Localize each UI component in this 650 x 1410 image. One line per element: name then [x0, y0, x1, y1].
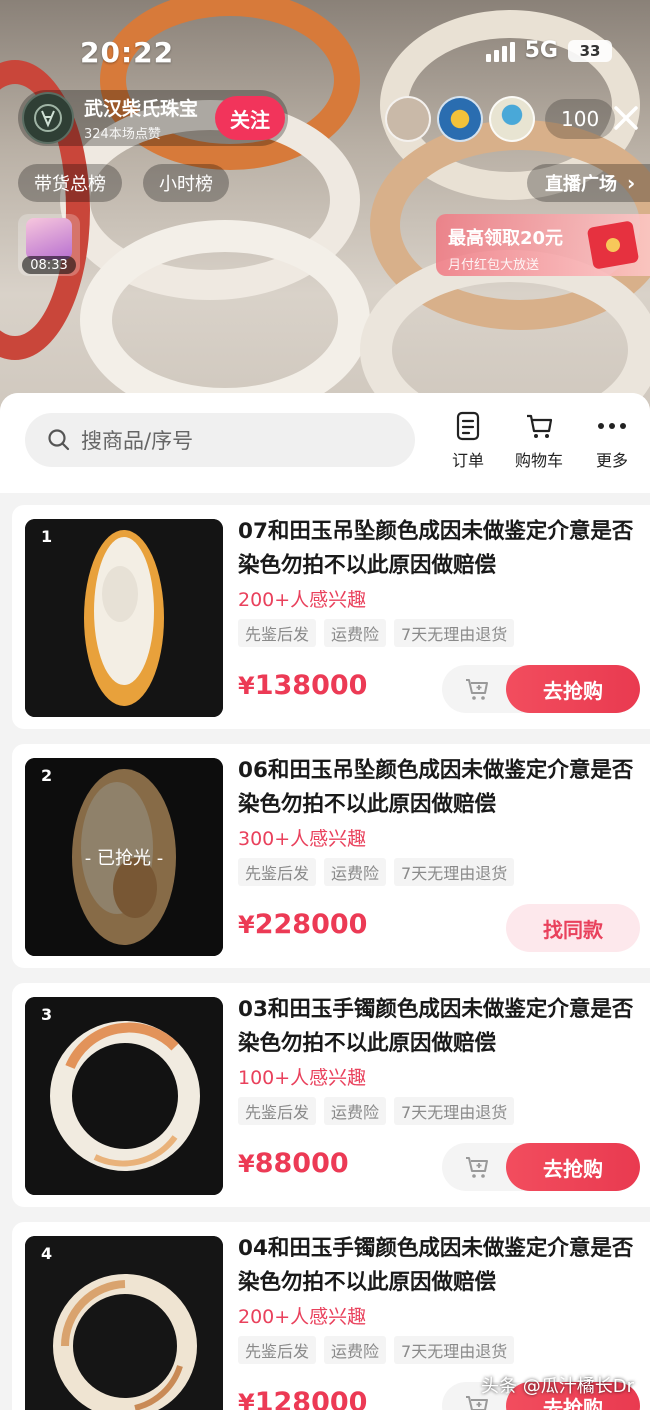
currency-symbol: ¥ [238, 672, 255, 700]
streamer-avatar[interactable] [22, 92, 74, 144]
product-title[interactable]: 04和田玉手镯颜色成因未做鉴定介意是否染色勿拍不以此原因做赔偿 [238, 1232, 638, 1300]
service-tag: 运费险 [324, 1336, 387, 1364]
product-image[interactable]: 1 [25, 519, 223, 717]
viewer-avatar[interactable] [437, 96, 483, 142]
service-tag: 先鉴后发 [238, 619, 317, 647]
price-value: 138000 [254, 670, 368, 701]
product-price: ¥138000 [238, 670, 367, 701]
jade-pendant-image [25, 519, 223, 717]
service-tag: 先鉴后发 [238, 1097, 317, 1125]
service-tag: 运费险 [324, 858, 387, 886]
product-index: 4 [41, 1244, 53, 1263]
service-tag: 先鉴后发 [238, 858, 317, 886]
search-input[interactable]: 搜商品/序号 [25, 413, 415, 467]
follow-button[interactable]: 关注 [215, 96, 285, 140]
panel-header: 搜商品/序号 订单 购物车 更多 [0, 393, 650, 493]
service-tags: 先鉴后发 运费险 7天无理由退货 [238, 619, 515, 647]
more-button[interactable]: 更多 [577, 409, 647, 471]
interest-count: 300+人感兴趣 [238, 828, 367, 850]
service-tag: 7天无理由退货 [394, 1336, 515, 1364]
orders-label: 订单 [451, 451, 484, 470]
product-image[interactable]: 4 [25, 1236, 223, 1410]
interest-count: 200+人感兴趣 [238, 589, 367, 611]
product-card[interactable]: 2 - 已抢光 - 06和田玉吊坠颜色成因未做鉴定介意是否染色勿拍不以此原因做赔… [12, 744, 650, 968]
watermark-text: 头条 @瓜汁橘长Dr [481, 1376, 634, 1397]
chevron-right-icon: › [627, 171, 636, 195]
sold-out-label: - 已抢光 - [84, 848, 164, 869]
more-dots-icon [598, 423, 626, 429]
cart-plus-icon [466, 1157, 488, 1178]
signal-icon [485, 40, 515, 62]
service-tag: 先鉴后发 [238, 1336, 317, 1364]
streamer-name: 武汉柴氏珠宝 [84, 98, 199, 120]
currency-symbol: ¥ [238, 911, 255, 939]
service-tag: 7天无理由退货 [394, 1097, 515, 1125]
cart-button[interactable]: 购物车 [504, 409, 574, 471]
bag-countdown: 08:33 [22, 256, 76, 274]
streamer-likes: 324本场点赞 [84, 127, 161, 142]
viewer-list[interactable]: 100 [385, 96, 616, 142]
rank-pill-hourly[interactable]: 小时榜 [143, 164, 229, 202]
search-icon [48, 429, 70, 451]
product-price: ¥128000 [238, 1387, 367, 1410]
service-tag: 运费险 [324, 1097, 387, 1125]
network-type: 5G [524, 38, 558, 63]
red-packet-banner[interactable]: 最高领取20元 月付红包大放送 [436, 214, 650, 276]
find-similar-button[interactable]: 找同款 [506, 904, 640, 952]
product-image[interactable]: 2 - 已抢光 - [25, 758, 223, 956]
viewer-avatar[interactable] [385, 96, 431, 142]
buy-now-button[interactable]: 去抢购 [506, 1143, 640, 1191]
price-value: 128000 [254, 1387, 368, 1410]
battery-icon: 33 [568, 39, 612, 62]
logo-icon [34, 104, 62, 132]
price-value: 88000 [254, 1148, 349, 1179]
product-index: 1 [41, 527, 53, 546]
product-price: ¥88000 [238, 1148, 349, 1179]
cart-plus-icon [466, 679, 488, 700]
status-time: 20:22 [80, 36, 175, 69]
product-image[interactable]: 3 [25, 997, 223, 1195]
live-plaza-button[interactable]: 直播广场 › [527, 164, 650, 202]
product-index: 2 [41, 766, 53, 785]
status-indicators: 5G 33 [485, 38, 612, 63]
product-title[interactable]: 07和田玉吊坠颜色成因未做鉴定介意是否染色勿拍不以此原因做赔偿 [238, 515, 638, 583]
jade-bangle-image [25, 1236, 223, 1410]
live-plaza-label: 直播广场 [545, 174, 617, 195]
product-index: 3 [41, 1005, 53, 1024]
service-tag: 7天无理由退货 [394, 858, 515, 886]
service-tags: 先鉴后发 运费险 7天无理由退货 [238, 1097, 515, 1125]
cart-label: 购物车 [514, 451, 563, 470]
service-tag: 运费险 [324, 619, 387, 647]
shopping-cart-icon [527, 414, 553, 438]
product-panel: 搜商品/序号 订单 购物车 更多 1 07和田玉吊坠颜色成因未做鉴定介意是否染色… [0, 393, 650, 1410]
service-tag: 7天无理由退货 [394, 619, 515, 647]
lucky-bag-widget[interactable]: 08:33 [18, 214, 80, 276]
product-price: ¥228000 [238, 909, 367, 940]
buy-now-button[interactable]: 去抢购 [506, 665, 640, 713]
rank-pill-sales[interactable]: 带货总榜 [18, 164, 122, 202]
red-envelope-icon [586, 220, 640, 270]
product-title[interactable]: 03和田玉手镯颜色成因未做鉴定介意是否染色勿拍不以此原因做赔偿 [238, 993, 638, 1061]
service-tags: 先鉴后发 运费险 7天无理由退货 [238, 1336, 515, 1364]
currency-symbol: ¥ [238, 1389, 255, 1410]
viewer-count[interactable]: 100 [545, 99, 616, 139]
product-card[interactable]: 1 07和田玉吊坠颜色成因未做鉴定介意是否染色勿拍不以此原因做赔偿 200+人感… [12, 505, 650, 729]
interest-count: 200+人感兴趣 [238, 1306, 367, 1328]
orders-button[interactable]: 订单 [433, 409, 503, 471]
currency-symbol: ¥ [238, 1150, 255, 1178]
product-card[interactable]: 3 03和田玉手镯颜色成因未做鉴定介意是否染色勿拍不以此原因做赔偿 100+人感… [12, 983, 650, 1207]
service-tags: 先鉴后发 运费险 7天无理由退货 [238, 858, 515, 886]
jade-bangle-image [25, 997, 223, 1195]
close-icon[interactable] [608, 100, 644, 136]
more-label: 更多 [595, 451, 628, 470]
order-list-icon [456, 411, 480, 441]
viewer-avatar[interactable] [489, 96, 535, 142]
product-title[interactable]: 06和田玉吊坠颜色成因未做鉴定介意是否染色勿拍不以此原因做赔偿 [238, 754, 638, 822]
interest-count: 100+人感兴趣 [238, 1067, 367, 1089]
price-value: 228000 [254, 909, 368, 940]
search-placeholder: 搜商品/序号 [81, 429, 194, 453]
gift-bag-icon [26, 218, 72, 260]
